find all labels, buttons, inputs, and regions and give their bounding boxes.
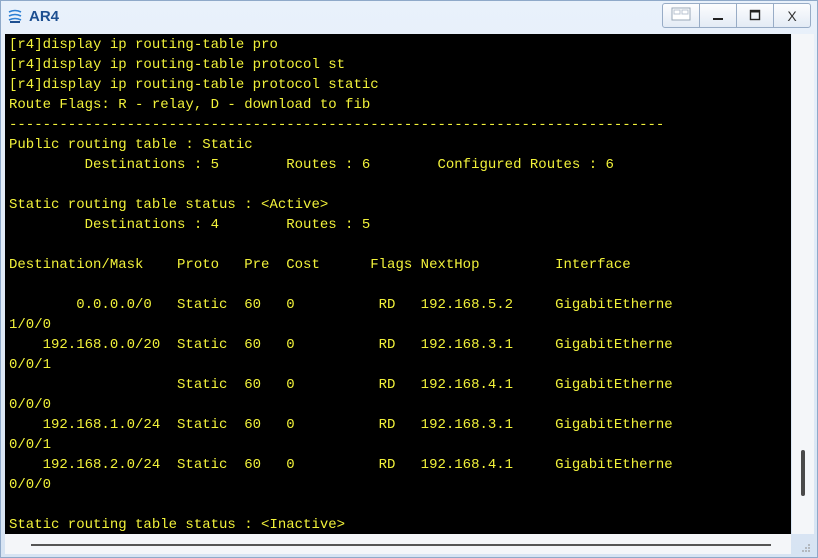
terminal-line: Destinations : 5 Routes : 6 Configured R… xyxy=(9,157,614,173)
terminal-line: 192.168.0.0/20 Static 60 0 RD 192.168.3.… xyxy=(9,337,673,353)
maximize-icon xyxy=(749,8,761,24)
restore-button[interactable] xyxy=(662,3,700,28)
terminal-line: 0/0/1 xyxy=(9,357,52,373)
terminal-line: Route Flags: R - relay, D - download to … xyxy=(9,97,371,113)
title-bar[interactable]: AR4 X xyxy=(1,1,817,33)
close-icon: X xyxy=(787,7,797,24)
terminal-line: Static routing table status : <Inactive> xyxy=(9,517,346,533)
terminal-line: 0/0/0 xyxy=(9,397,52,413)
vertical-scrollbar[interactable] xyxy=(792,34,814,534)
terminal-line: 192.168.1.0/24 Static 60 0 RD 192.168.3.… xyxy=(9,417,673,433)
close-button[interactable]: X xyxy=(773,3,811,28)
terminal-line: Destinations : 4 Routes : 5 xyxy=(9,217,371,233)
terminal-line: 192.168.2.0/24 Static 60 0 RD 192.168.4.… xyxy=(9,457,673,473)
terminal-line: [r4]display ip routing-table protocol st xyxy=(9,57,346,73)
terminal-line: 0.0.0.0/0 Static 60 0 RD 192.168.5.2 Gig… xyxy=(9,297,673,313)
terminal-line: Static 60 0 RD 192.168.4.1 GigabitEthern… xyxy=(9,377,673,393)
terminal-line: Static routing table status : <Active> xyxy=(9,197,329,213)
maximize-button[interactable] xyxy=(736,3,774,28)
minimize-icon xyxy=(712,8,724,24)
terminal-line: 0/0/0 xyxy=(9,477,52,493)
terminal-line: [r4]display ip routing-table pro xyxy=(9,37,278,53)
horizontal-scrollbar[interactable] xyxy=(5,534,791,554)
horizontal-scroll-thumb[interactable] xyxy=(31,544,771,546)
terminal-line: Public routing table : Static xyxy=(9,137,253,153)
terminal-line: ----------------------------------------… xyxy=(9,117,665,133)
vertical-scroll-thumb[interactable] xyxy=(801,450,805,496)
terminal-output[interactable]: [r4]display ip routing-table pro [r4]disp… xyxy=(5,34,791,534)
window-title: AR4 xyxy=(29,8,60,25)
app-window: AR4 X [r4]display ip routing-table pro [… xyxy=(0,0,818,558)
minimize-button[interactable] xyxy=(699,3,737,28)
restore-icon xyxy=(671,7,691,24)
resize-grip-icon[interactable] xyxy=(799,541,811,553)
terminal-text: [r4]display ip routing-table pro [r4]disp… xyxy=(5,34,791,534)
router-icon xyxy=(7,8,23,24)
terminal-line: 1/0/0 xyxy=(9,317,52,333)
terminal-line: Destination/Mask Proto Pre Cost Flags Ne… xyxy=(9,257,631,273)
window-controls: X xyxy=(662,3,811,30)
terminal-line: [r4]display ip routing-table protocol st… xyxy=(9,77,379,93)
terminal-line: 0/0/1 xyxy=(9,437,52,453)
